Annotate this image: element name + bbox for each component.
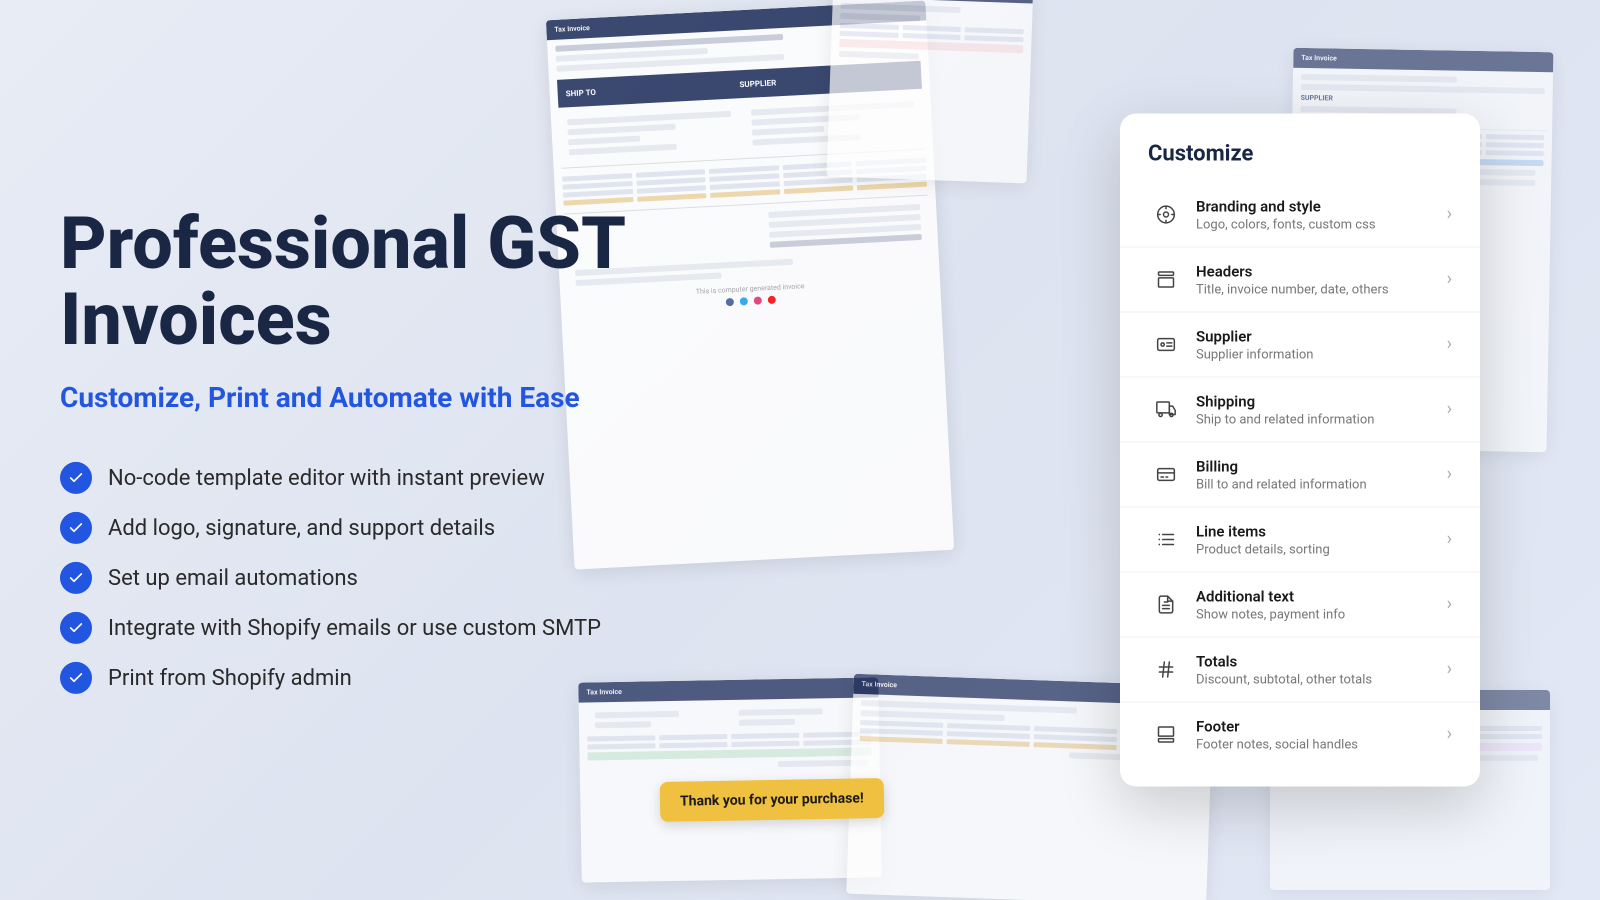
feature-item: Set up email automations [60,562,626,594]
panel-item-line-items[interactable]: Line items Product details, sorting › [1120,508,1480,573]
panel-item-headers-text: Headers Title, invoice number, date, oth… [1196,262,1447,297]
chevron-right-icon: › [1447,596,1452,614]
subtitle: Customize, Print and Automate with Ease [60,381,626,414]
feature-text: Print from Shopify admin [108,666,352,691]
panel-item-desc: Bill to and related information [1196,477,1447,492]
panel-item-desc: Product details, sorting [1196,542,1447,557]
chevron-right-icon: › [1447,336,1452,354]
thank-you-badge: Thank you for your purchase! [660,778,884,822]
id-card-icon [1148,327,1184,363]
check-icon [60,612,92,644]
features-list: No-code template editor with instant pre… [60,462,626,694]
panel-item-footer-text: Footer Footer notes, social handles [1196,717,1447,752]
chevron-right-icon: › [1447,726,1452,744]
panel-item-desc: Supplier information [1196,347,1447,362]
panel-item-title: Supplier [1196,327,1447,345]
feature-text: Set up email automations [108,566,358,591]
chevron-right-icon: › [1447,661,1452,679]
panel-item-line-items-text: Line items Product details, sorting [1196,522,1447,557]
truck-icon [1148,392,1184,428]
footer-icon [1148,717,1184,753]
chevron-right-icon: › [1447,466,1452,484]
panel-item-title: Branding and style [1196,197,1447,215]
chevron-right-icon: › [1447,206,1452,224]
chevron-right-icon: › [1447,401,1452,419]
chevron-right-icon: › [1447,531,1452,549]
feature-item: No-code template editor with instant pre… [60,462,626,494]
file-text-icon [1148,587,1184,623]
panel-item-desc: Show notes, payment info [1196,607,1447,622]
palette-icon [1148,197,1184,233]
panel-item-desc: Title, invoice number, date, others [1196,282,1447,297]
panel-item-desc: Logo, colors, fonts, custom css [1196,217,1447,232]
layout-icon [1148,262,1184,298]
panel-item-billing-text: Billing Bill to and related information [1196,457,1447,492]
panel-item-supplier[interactable]: Supplier Supplier information › [1120,313,1480,378]
invoice-preview-2: Tax Invoice [827,0,1034,183]
panel-item-footer[interactable]: Footer Footer notes, social handles › [1120,703,1480,767]
feature-text: Add logo, signature, and support details [108,516,495,541]
panel-item-title: Shipping [1196,392,1447,410]
panel-item-additional-text[interactable]: Additional text Show notes, payment info… [1120,573,1480,638]
credit-card-icon [1148,457,1184,493]
panel-item-additional-text-text: Additional text Show notes, payment info [1196,587,1447,622]
feature-item: Integrate with Shopify emails or use cus… [60,612,626,644]
customize-panel: Customize Branding and style Logo, color… [1120,114,1480,787]
check-icon [60,462,92,494]
panel-item-desc: Discount, subtotal, other totals [1196,672,1447,687]
panel-item-title: Line items [1196,522,1447,540]
panel-item-title: Headers [1196,262,1447,280]
panel-item-branding[interactable]: Branding and style Logo, colors, fonts, … [1120,183,1480,248]
chevron-right-icon: › [1447,271,1452,289]
main-title: Professional GST Invoices [60,206,626,357]
panel-item-title: Footer [1196,717,1447,735]
panel-title: Customize [1120,142,1480,167]
list-icon [1148,522,1184,558]
panel-item-totals-text: Totals Discount, subtotal, other totals [1196,652,1447,687]
feature-text: Integrate with Shopify emails or use cus… [108,616,601,641]
check-icon [60,562,92,594]
check-icon [60,662,92,694]
check-icon [60,512,92,544]
panel-item-title: Additional text [1196,587,1447,605]
panel-item-title: Billing [1196,457,1447,475]
feature-text: No-code template editor with instant pre… [108,466,545,491]
panel-item-desc: Footer notes, social handles [1196,737,1447,752]
feature-item: Print from Shopify admin [60,662,626,694]
panel-item-branding-text: Branding and style Logo, colors, fonts, … [1196,197,1447,232]
panel-item-billing[interactable]: Billing Bill to and related information … [1120,443,1480,508]
hero-section: Professional GST Invoices Customize, Pri… [60,206,626,694]
panel-item-headers[interactable]: Headers Title, invoice number, date, oth… [1120,248,1480,313]
hash-icon [1148,652,1184,688]
panel-item-supplier-text: Supplier Supplier information [1196,327,1447,362]
panel-item-desc: Ship to and related information [1196,412,1447,427]
panel-item-shipping[interactable]: Shipping Ship to and related information… [1120,378,1480,443]
feature-item: Add logo, signature, and support details [60,512,626,544]
panel-item-totals[interactable]: Totals Discount, subtotal, other totals … [1120,638,1480,703]
invoice-preview-4: Tax Invoice [578,677,881,882]
panel-item-shipping-text: Shipping Ship to and related information [1196,392,1447,427]
panel-item-title: Totals [1196,652,1447,670]
